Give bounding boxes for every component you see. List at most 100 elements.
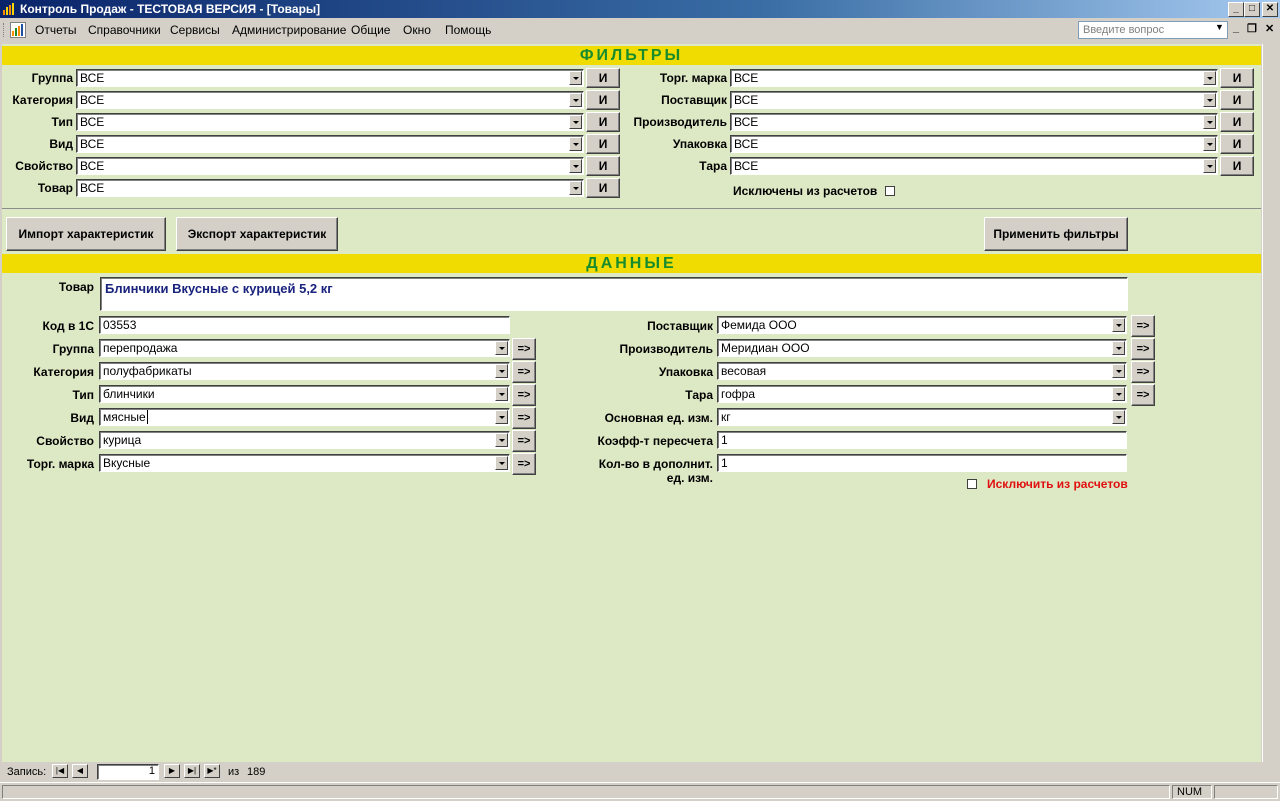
maximize-button[interactable]: □ — [1244, 2, 1260, 17]
data-property-combo[interactable]: курица — [99, 431, 510, 449]
filter-group-and-button[interactable]: И — [586, 68, 620, 88]
filter-container-and-button[interactable]: И — [1220, 156, 1254, 176]
filter-packaging-combo[interactable]: ВСЕ — [730, 135, 1218, 153]
filter-group-combo[interactable]: ВСЕ — [76, 69, 584, 87]
data-category-combo[interactable]: полуфабрикаты — [99, 362, 510, 380]
exclude-from-calc-checkbox[interactable] — [967, 479, 977, 489]
filter-supplier-combo[interactable]: ВСЕ — [730, 91, 1218, 109]
filter-container-combo[interactable]: ВСЕ — [730, 157, 1218, 175]
data-container-goto-button[interactable]: => — [1131, 384, 1155, 406]
dropdown-arrow-icon[interactable] — [495, 410, 508, 424]
close-button[interactable]: ✕ — [1262, 2, 1278, 17]
filter-property-combo[interactable]: ВСЕ — [76, 157, 584, 175]
filter-product-and-button[interactable]: И — [586, 178, 620, 198]
menu-administration[interactable]: Администрирование — [232, 23, 346, 37]
mdi-close-button[interactable]: ✕ — [1265, 22, 1274, 35]
filter-category-and-button[interactable]: И — [586, 90, 620, 110]
data-category-goto-button[interactable]: => — [512, 361, 536, 383]
first-record-icon[interactable]: |◀ — [52, 764, 68, 778]
menu-help[interactable]: Помощь — [445, 23, 491, 37]
filter-type-and-button[interactable]: И — [586, 112, 620, 132]
data-type-combo[interactable]: блинчики — [99, 385, 510, 403]
data-group-combo[interactable]: перепродажа — [99, 339, 510, 357]
minimize-button[interactable]: _ — [1228, 2, 1244, 17]
dropdown-arrow-icon[interactable] — [1203, 115, 1216, 129]
record-number-field[interactable]: 1 — [97, 764, 159, 780]
form-chart-icon[interactable] — [10, 22, 26, 38]
mdi-restore-button[interactable]: ❐ — [1247, 22, 1257, 35]
toolbar-grip[interactable] — [3, 23, 6, 37]
data-base-unit-combo[interactable]: кг — [717, 408, 1127, 426]
data-brand-combo[interactable]: Вкусные — [99, 454, 510, 472]
dropdown-arrow-icon[interactable] — [495, 387, 508, 401]
dropdown-arrow-icon[interactable] — [1203, 159, 1216, 173]
data-kind-combo[interactable]: мясные — [99, 408, 510, 426]
dropdown-arrow-icon[interactable] — [495, 364, 508, 378]
filter-manufacturer-combo[interactable]: ВСЕ — [730, 113, 1218, 131]
dropdown-arrow-icon[interactable] — [1112, 387, 1125, 401]
filter-manufacturer-and-button[interactable]: И — [1220, 112, 1254, 132]
dropdown-arrow-icon[interactable] — [495, 341, 508, 355]
dropdown-arrow-icon[interactable] — [1203, 93, 1216, 107]
import-characteristics-button[interactable]: Импорт характеристик — [6, 217, 166, 251]
data-supplier-goto-button[interactable]: => — [1131, 315, 1155, 337]
filter-kind-and-button[interactable]: И — [586, 134, 620, 154]
dropdown-arrow-icon[interactable] — [569, 159, 582, 173]
filter-brand-combo[interactable]: ВСЕ — [730, 69, 1218, 87]
data-supplier-combo[interactable]: Фемида ООО — [717, 316, 1127, 334]
apply-filters-button[interactable]: Применить фильтры — [984, 217, 1128, 251]
dropdown-arrow-icon[interactable] — [569, 93, 582, 107]
dropdown-arrow-icon[interactable] — [1112, 410, 1125, 424]
dropdown-arrow-icon[interactable] — [495, 456, 508, 470]
filter-product-combo[interactable]: ВСЕ — [76, 179, 584, 197]
mdi-minimize-button[interactable]: _ — [1233, 22, 1239, 34]
data-coefficient-field[interactable]: 1 — [717, 431, 1127, 449]
dropdown-arrow-icon[interactable] — [1112, 318, 1125, 332]
filter-packaging-and-button[interactable]: И — [1220, 134, 1254, 154]
data-extra-qty-field[interactable]: 1 — [717, 454, 1127, 472]
data-packaging-goto-button[interactable]: => — [1131, 361, 1155, 383]
menu-window[interactable]: Окно — [403, 23, 431, 37]
dropdown-arrow-icon[interactable] — [569, 137, 582, 151]
data-property-goto-button[interactable]: => — [512, 430, 536, 452]
next-record-icon[interactable]: ▶ — [164, 764, 180, 778]
data-brand-goto-button[interactable]: => — [512, 453, 536, 475]
filter-supplier-and-button[interactable]: И — [1220, 90, 1254, 110]
dropdown-arrow-icon[interactable] — [1203, 71, 1216, 85]
filter-brand-and-button[interactable]: И — [1220, 68, 1254, 88]
vertical-scrollbar[interactable] — [1262, 44, 1279, 762]
dropdown-arrow-icon[interactable] — [1112, 364, 1125, 378]
filter-kind-combo[interactable]: ВСЕ — [76, 135, 584, 153]
data-group-goto-button[interactable]: => — [512, 338, 536, 360]
dropdown-arrow-icon[interactable] — [1112, 341, 1125, 355]
data-manufacturer-goto-button[interactable]: => — [1131, 338, 1155, 360]
menu-reports[interactable]: Отчеты — [35, 23, 76, 37]
filter-type-combo[interactable]: ВСЕ — [76, 113, 584, 131]
help-question-input[interactable]: Введите вопрос — [1078, 21, 1228, 39]
help-dropdown-icon[interactable]: ▼ — [1215, 22, 1224, 32]
export-characteristics-button[interactable]: Экспорт характеристик — [176, 217, 338, 251]
filter-label-group: Группа — [31, 71, 73, 85]
prev-record-icon[interactable]: ◀ — [72, 764, 88, 778]
product-name-field[interactable]: Блинчики Вкусные с курицей 5,2 кг — [100, 277, 1128, 311]
menu-general[interactable]: Общие — [351, 23, 390, 37]
dropdown-arrow-icon[interactable] — [569, 181, 582, 195]
data-manufacturer-combo[interactable]: Меридиан ООО — [717, 339, 1127, 357]
data-packaging-combo[interactable]: весовая — [717, 362, 1127, 380]
excluded-filter-checkbox[interactable] — [885, 186, 895, 196]
dropdown-arrow-icon[interactable] — [495, 433, 508, 447]
data-label-category: Категория — [33, 365, 94, 379]
filter-property-and-button[interactable]: И — [586, 156, 620, 176]
data-type-goto-button[interactable]: => — [512, 384, 536, 406]
code-1c-field[interactable]: 03553 — [99, 316, 510, 334]
menu-references[interactable]: Справочники — [88, 23, 161, 37]
menu-services[interactable]: Сервисы — [170, 23, 220, 37]
filter-category-combo[interactable]: ВСЕ — [76, 91, 584, 109]
dropdown-arrow-icon[interactable] — [569, 115, 582, 129]
last-record-icon[interactable]: ▶| — [184, 764, 200, 778]
dropdown-arrow-icon[interactable] — [1203, 137, 1216, 151]
dropdown-arrow-icon[interactable] — [569, 71, 582, 85]
data-container-combo[interactable]: гофра — [717, 385, 1127, 403]
new-record-icon[interactable]: ▶* — [204, 764, 220, 778]
data-kind-goto-button[interactable]: => — [512, 407, 536, 429]
